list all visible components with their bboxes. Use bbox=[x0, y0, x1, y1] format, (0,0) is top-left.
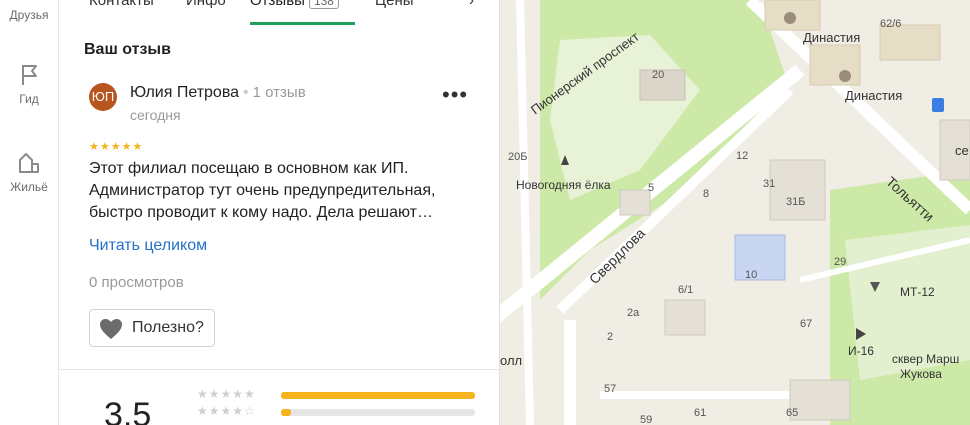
map-label-mall: олл bbox=[500, 353, 522, 368]
rating-distribution-row: ★★★★★ bbox=[197, 387, 477, 402]
house-number: 6/1 bbox=[678, 284, 693, 296]
review-rating-stars: ★★★★★ bbox=[89, 141, 144, 153]
building bbox=[619, 189, 651, 216]
rail-housing-label: Жильё bbox=[10, 180, 48, 194]
distribution-bar bbox=[281, 392, 475, 399]
left-rail: Друзья Гид Жильё bbox=[0, 0, 59, 425]
distribution-bar-fill bbox=[281, 392, 475, 399]
map-label-partial: се bbox=[955, 143, 969, 158]
tab-prices[interactable]: Цены bbox=[375, 0, 414, 9]
house-number: 12 bbox=[736, 150, 748, 162]
dot-separator: • bbox=[243, 84, 249, 101]
distribution-bar-fill bbox=[281, 409, 291, 416]
house-number: 67 bbox=[800, 318, 812, 330]
housing-icon bbox=[19, 153, 39, 173]
distribution-bar bbox=[281, 409, 475, 416]
building-highlighted bbox=[734, 234, 786, 281]
heart-icon bbox=[100, 319, 122, 339]
tabs-more-icon[interactable]: › bbox=[469, 0, 474, 9]
rail-item-housing[interactable]: Жильё bbox=[0, 150, 58, 194]
map-label-dynasty: Династия bbox=[803, 30, 860, 45]
map[interactable]: Династия Династия Пионерский проспект Св… bbox=[500, 0, 970, 425]
house-number: 10 bbox=[745, 269, 757, 281]
house-number: 57 bbox=[604, 383, 616, 395]
active-tab-indicator bbox=[250, 22, 355, 25]
helpful-label: Полезно? bbox=[132, 319, 204, 336]
organization-panel: Контакты Инфо Отзывы 138 Цены › Ваш отзыв… bbox=[59, 0, 500, 425]
avatar[interactable]: ЮП bbox=[89, 83, 117, 111]
house-number: 8 bbox=[703, 188, 709, 200]
helpful-button[interactable]: Полезно? bbox=[89, 309, 215, 347]
house-number: 2 bbox=[607, 331, 613, 343]
more-options-icon[interactable]: ••• bbox=[442, 82, 468, 108]
bus-stop-icon[interactable] bbox=[932, 98, 944, 112]
rail-guide-label: Гид bbox=[19, 92, 39, 106]
reviews-count-badge: 138 bbox=[308, 0, 339, 9]
dynasty-poi-icon[interactable] bbox=[784, 12, 796, 24]
house-number: 31Б bbox=[786, 196, 805, 208]
building bbox=[769, 159, 826, 221]
map-label-square: Жукова bbox=[900, 367, 942, 381]
review-text-line: Этот филиал посещаю в основном как ИП. bbox=[89, 160, 409, 177]
house-number: 2а bbox=[627, 307, 640, 319]
house-number: 31 bbox=[763, 178, 775, 190]
distribution-stars: ★★★★★ bbox=[197, 387, 256, 401]
map-label-dynasty: Династия bbox=[845, 88, 902, 103]
house-number: 5 bbox=[648, 182, 654, 194]
review-text-line: быстро проводит к кому надо. Дела решают… bbox=[89, 204, 434, 221]
distribution-stars: ★★★★☆ bbox=[197, 404, 256, 418]
map-label-tree: Новогодняя ёлка bbox=[516, 178, 611, 192]
house-number: 59 bbox=[640, 414, 652, 425]
author-name[interactable]: Юлия Петрова bbox=[130, 84, 239, 101]
tab-info[interactable]: Инфо bbox=[186, 0, 226, 9]
review-author: Юлия Петрова • 1 отзыв bbox=[130, 84, 306, 102]
tab-reviews-label: Отзывы bbox=[250, 0, 305, 9]
read-more-link[interactable]: Читать целиком bbox=[89, 237, 207, 255]
house-number: 61 bbox=[694, 407, 706, 419]
divider bbox=[59, 369, 499, 370]
building bbox=[789, 379, 851, 421]
rating-distribution-row: ★★★★☆ bbox=[197, 404, 477, 419]
tab-reviews[interactable]: Отзывы 138 bbox=[250, 0, 339, 9]
map-label-mt12: МТ-12 bbox=[900, 285, 935, 299]
map-label-square: сквер Марш bbox=[892, 352, 959, 366]
house-number: 29 bbox=[834, 256, 846, 268]
house-number: 65 bbox=[786, 407, 798, 419]
average-rating: 3,5 bbox=[104, 396, 152, 425]
review-date: сегодня bbox=[130, 107, 181, 123]
rail-friends-label: Друзья bbox=[9, 8, 49, 22]
dynasty-poi-icon[interactable] bbox=[839, 70, 851, 82]
section-title: Ваш отзыв bbox=[84, 41, 171, 58]
house-number: 62/6 bbox=[880, 18, 901, 30]
house-number: 20Б bbox=[508, 151, 527, 163]
author-review-count: 1 отзыв bbox=[252, 84, 306, 101]
views-count: 0 просмотров bbox=[89, 274, 184, 291]
building bbox=[809, 44, 861, 86]
building bbox=[879, 24, 941, 61]
house-number: 20 bbox=[652, 69, 664, 81]
building bbox=[664, 299, 706, 336]
review-text: Этот филиал посещаю в основном как ИП. А… bbox=[89, 158, 479, 224]
map-label-i16: И-16 bbox=[848, 344, 874, 358]
flag-icon bbox=[22, 65, 37, 85]
review-text-line: Администратор тут очень предупредительна… bbox=[89, 182, 436, 199]
rail-item-friends[interactable]: Друзья bbox=[0, 8, 58, 22]
rail-item-guide[interactable]: Гид bbox=[0, 62, 58, 106]
tab-contacts[interactable]: Контакты bbox=[89, 0, 154, 9]
